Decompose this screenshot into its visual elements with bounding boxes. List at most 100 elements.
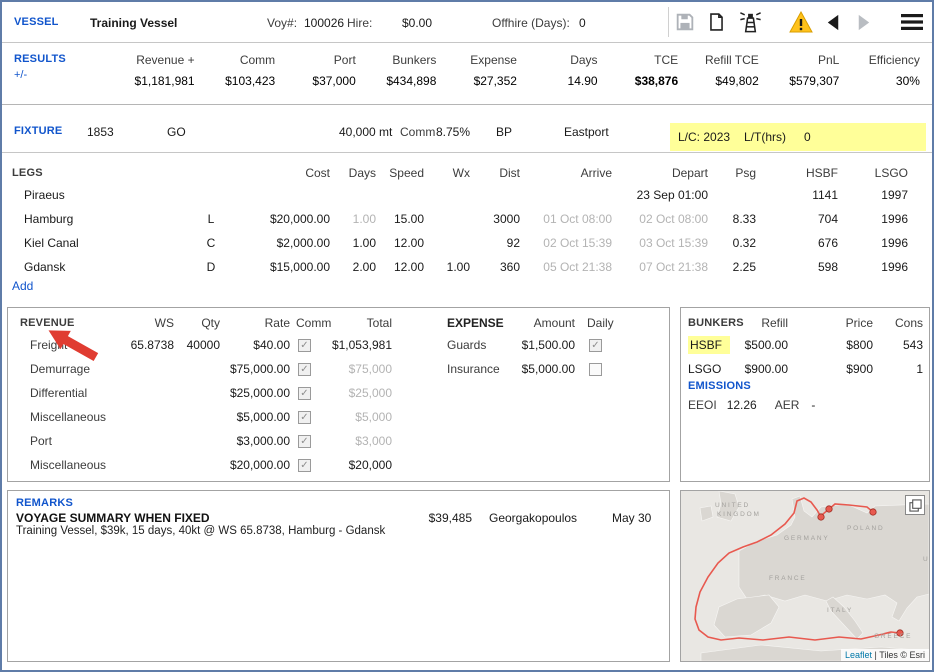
revenue-comm-checkbox[interactable]: ✓ (298, 411, 311, 424)
bunker-refill-field[interactable]: $900.00 (743, 357, 788, 381)
revenue-comm-checkbox[interactable]: ✓ (298, 435, 311, 448)
revenue-header-rate[interactable]: Rate (220, 314, 290, 333)
bunkers-header-price[interactable]: Price (788, 314, 873, 333)
bunker-price-field[interactable]: $900 (788, 357, 873, 381)
legs-table: LEGS Cost Days Speed Wx Dist Arrive Depa… (12, 163, 922, 279)
leg-speed[interactable]: 12.00 (376, 231, 424, 255)
results-adjust-toggle[interactable]: +/- (14, 69, 27, 81)
expense-amount-field[interactable]: $5,000.00 (505, 357, 575, 381)
leg-depart[interactable]: 23 Sep 01:00 (612, 183, 708, 207)
port-marker-kiel[interactable] (826, 506, 832, 512)
leg-port[interactable]: Gdansk (12, 255, 197, 279)
aer-label: AER (775, 398, 800, 412)
revenue-total: $5,000 (324, 405, 392, 429)
fixture-quantity-field[interactable]: 40,000 mt (339, 125, 392, 139)
hire-value[interactable]: $0.00 (402, 16, 432, 30)
leg-lsgo: 1996 (838, 231, 908, 255)
leg-days[interactable] (330, 183, 376, 207)
leg-depart: 02 Oct 08:00 (612, 207, 708, 231)
offhire-value[interactable]: 0 (579, 16, 586, 30)
map-label-germany: GERMANY (784, 535, 829, 542)
fixture-port-field[interactable]: Eastport (564, 125, 609, 139)
leg-cost[interactable]: $15,000.00 (225, 255, 330, 279)
leg-dist[interactable]: 3000 (470, 207, 520, 231)
leg-type[interactable] (197, 183, 225, 207)
leg-dist[interactable] (470, 183, 520, 207)
revenue-comm-checkbox[interactable]: ✓ (298, 339, 311, 352)
expense-amount-field[interactable]: $1,500.00 (505, 333, 575, 357)
leg-type[interactable]: D (197, 255, 225, 279)
add-leg-link[interactable]: Add (12, 279, 33, 293)
revenue-rate-field[interactable]: $25,000.00 (220, 381, 290, 405)
leg-speed[interactable] (376, 183, 424, 207)
legs-header-wx[interactable]: Wx (424, 163, 470, 183)
leg-port[interactable]: Piraeus (12, 183, 197, 207)
revenue-rate-field[interactable]: $5,000.00 (220, 405, 290, 429)
leg-wx[interactable] (424, 183, 470, 207)
fixture-cargo-field[interactable]: GO (167, 125, 186, 139)
revenue-rate-field[interactable]: $20,000.00 (220, 453, 290, 477)
result-tce: TCE$38,876 (598, 53, 679, 88)
route-map[interactable]: UNITED KINGDOM POLAND GERMANY FRANCE ITA… (680, 490, 930, 662)
leg-dist[interactable]: 360 (470, 255, 520, 279)
warning-icon[interactable] (789, 11, 813, 33)
header-bar: VESSEL Training Vessel Voy#: 100026 Hire… (2, 2, 932, 42)
map-canvas[interactable]: UNITED KINGDOM POLAND GERMANY FRANCE ITA… (681, 491, 929, 661)
leg-wx[interactable]: 1.00 (424, 255, 470, 279)
leg-type[interactable]: L (197, 207, 225, 231)
bunker-cons: 1 (873, 357, 923, 381)
revenue-comm-checkbox[interactable]: ✓ (298, 363, 311, 376)
leg-wx[interactable] (424, 207, 470, 231)
expense-daily-checkbox[interactable]: ✓ (589, 339, 602, 352)
leg-wx[interactable] (424, 231, 470, 255)
revenue-comm-checkbox[interactable]: ✓ (298, 387, 311, 400)
map-expand-button[interactable] (905, 495, 925, 515)
revenue-comm-checkbox[interactable]: ✓ (298, 459, 311, 472)
result-days: Days14.90 (517, 53, 598, 88)
bunker-price-field[interactable]: $800 (788, 333, 873, 357)
back-icon[interactable] (824, 13, 843, 32)
leg-speed[interactable]: 12.00 (376, 255, 424, 279)
vessel-name-field[interactable]: Training Vessel (90, 16, 177, 30)
leg-arrive: 05 Oct 21:38 (520, 255, 612, 279)
legs-header-speed[interactable]: Speed (376, 163, 424, 183)
leg-cost[interactable] (225, 183, 330, 207)
port-marker-gdansk[interactable] (870, 509, 876, 515)
leg-cost[interactable]: $20,000.00 (225, 207, 330, 231)
port-marker-hamburg[interactable] (818, 514, 824, 520)
leaflet-link[interactable]: Leaflet (845, 650, 872, 660)
revenue-row-label: Differential (14, 381, 124, 405)
leg-arrive (520, 183, 612, 207)
revenue-qty-field[interactable]: 40000 (174, 333, 220, 357)
leg-days[interactable]: 1.00 (330, 231, 376, 255)
laytime-field[interactable]: 0 (804, 130, 811, 144)
laycan-field[interactable]: L/C: 2023 (678, 130, 730, 144)
fixture-comm-field[interactable]: 8.75% (436, 125, 470, 139)
fixture-terms-field[interactable]: BP (496, 125, 512, 139)
legs-header-arrive: Arrive (520, 163, 612, 183)
fixture-number-field[interactable]: 1853 (87, 125, 114, 139)
expense-daily-checkbox[interactable] (589, 363, 602, 376)
copy-icon[interactable] (707, 11, 726, 33)
leg-days[interactable]: 2.00 (330, 255, 376, 279)
leg-speed[interactable]: 15.00 (376, 207, 424, 231)
leg-days[interactable]: 1.00 (330, 207, 376, 231)
lighthouse-icon[interactable] (737, 10, 764, 34)
menu-icon[interactable] (900, 12, 924, 32)
leg-port[interactable]: Kiel Canal (12, 231, 197, 255)
leg-dist[interactable]: 92 (470, 231, 520, 255)
voyage-number-value[interactable]: 100026 (304, 16, 344, 30)
leg-port[interactable]: Hamburg (12, 207, 197, 231)
map-label-poland: POLAND (847, 525, 885, 532)
revenue-rate-field[interactable]: $3,000.00 (220, 429, 290, 453)
leg-cost[interactable]: $2,000.00 (225, 231, 330, 255)
leg-depart: 07 Oct 21:38 (612, 255, 708, 279)
revenue-rate-field[interactable]: $75,000.00 (220, 357, 290, 381)
bunker-refill-field[interactable]: $500.00 (743, 333, 788, 357)
save-icon[interactable] (674, 11, 696, 33)
leg-type[interactable]: C (197, 231, 225, 255)
revenue-ws-field[interactable]: 65.8738 (124, 333, 174, 357)
forward-icon[interactable] (854, 13, 873, 32)
fixture-section: FIXTURE 1853 GO 40,000 mt Comm 8.75% BP … (2, 104, 932, 152)
revenue-rate-field[interactable]: $40.00 (220, 333, 290, 357)
